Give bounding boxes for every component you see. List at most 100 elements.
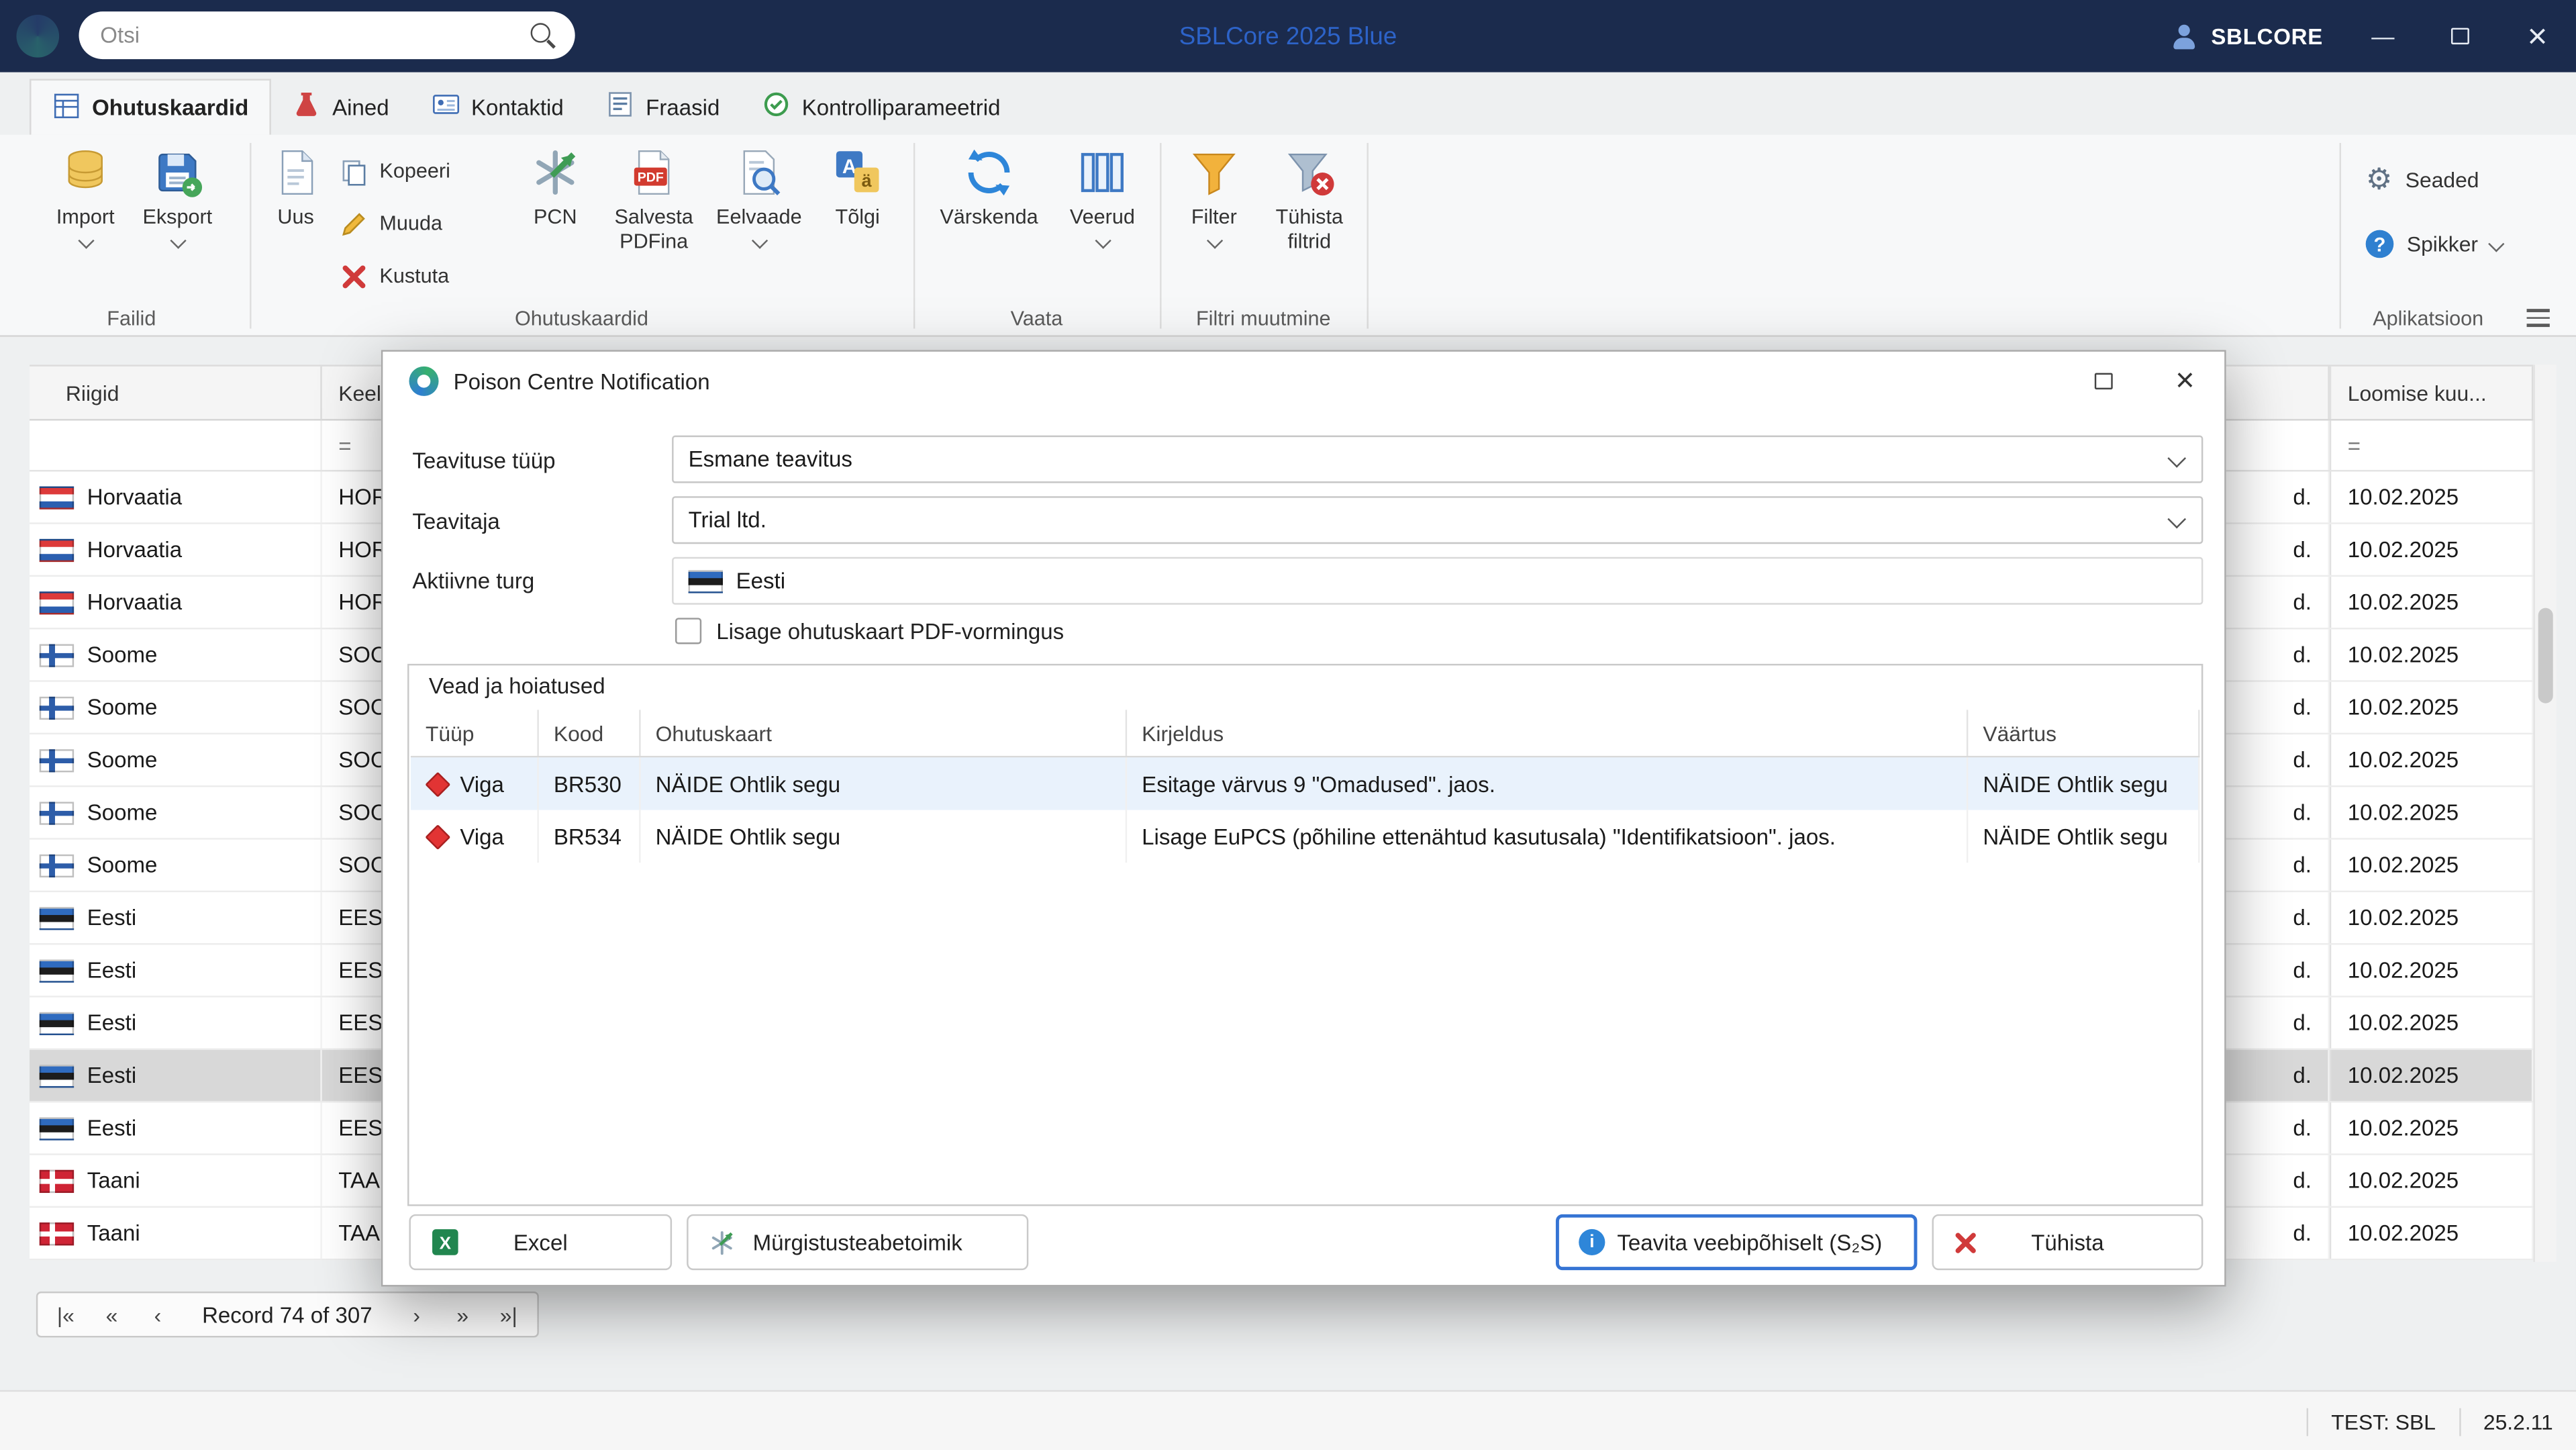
nav-next-button[interactable]: › [393, 1295, 440, 1335]
record-navigator: |« « ‹ Record 74 of 307 › » »| [36, 1291, 538, 1338]
murgistusteabetoimik-button[interactable]: Mürgistusteabetoimik [687, 1214, 1029, 1271]
column-header-riigid[interactable]: Riigid [30, 366, 322, 420]
dialog-maximize-button[interactable] [2067, 352, 2139, 411]
search-box [79, 11, 575, 60]
eelvaade-button[interactable]: Eelvaade [709, 144, 808, 249]
muuda-button[interactable]: Muuda [338, 204, 442, 244]
creation-date: 10.02.2025 [2329, 892, 2534, 943]
errors-group-label: Vead ja hoiatused [428, 673, 605, 699]
spikker-button[interactable]: ? Spikker [2365, 230, 2506, 258]
columns-icon [1075, 144, 1130, 200]
pdf-checkbox[interactable] [675, 618, 702, 644]
tab-kontaktid[interactable]: Kontaktid [410, 79, 585, 134]
button-label: Excel [513, 1230, 568, 1255]
field-label-teavitaja: Teavitaja [412, 509, 500, 534]
dialog-close-button[interactable]: × [2149, 352, 2222, 411]
error-code: BR534 [539, 810, 641, 863]
dialog-title: Poison Centre Notification [453, 369, 710, 394]
import-button[interactable]: Import [43, 144, 128, 249]
refresh-icon [961, 144, 1017, 200]
country-name: Soome [87, 800, 158, 825]
field-label-aktiivne-turg: Aktiivne turg [412, 568, 535, 593]
country-name: Horvaatia [87, 537, 183, 563]
varskenda-button[interactable]: Värskenda [936, 144, 1042, 230]
filter-button[interactable]: Filter [1173, 144, 1255, 249]
chevron-down-icon [1094, 232, 1111, 249]
seaded-button[interactable]: ⚙ Seaded [2366, 164, 2479, 194]
nav-next-page-button[interactable]: » [440, 1295, 486, 1335]
error-code: BR530 [539, 757, 641, 810]
account-menu[interactable]: SBLCORE [2172, 0, 2323, 72]
error-column-ohutuskaart[interactable]: Ohutuskaart [641, 710, 1128, 756]
country-name: Taani [87, 1220, 140, 1246]
creation-date: 10.02.2025 [2329, 629, 2534, 681]
tab-kontrolliparameetrid[interactable]: Kontrolliparameetrid [741, 79, 1022, 134]
tab-fraasid[interactable]: Fraasid [585, 79, 742, 134]
aktiivne-turg-field[interactable]: Eesti [672, 557, 2203, 605]
kopeeri-button[interactable]: Kopeeri [338, 151, 450, 191]
nav-last-button[interactable]: »| [485, 1295, 532, 1335]
tab-ohutuskaardid[interactable]: Ohutuskaardid [30, 79, 272, 135]
errors-header-row: Tüüp Kood Ohutuskaart Kirjeldus Väärtus [410, 710, 2200, 758]
veerud-button[interactable]: Veerud [1054, 144, 1150, 249]
teavita-button[interactable]: i Teavita veebipõhiselt (S₂S) [1555, 1214, 1918, 1271]
error-value: NÄIDE Ohtlik segu [1968, 810, 2200, 863]
button-label: Teavita veebipõhiselt (S₂S) [1617, 1230, 1883, 1255]
filter-equals-operator: = [338, 432, 352, 458]
pcn-button[interactable]: PCN [516, 144, 595, 230]
tuhista-button[interactable]: Tühista [1932, 1214, 2203, 1271]
scrollbar-thumb[interactable] [2538, 608, 2553, 704]
substances-tab-icon [293, 91, 321, 124]
error-value: NÄIDE Ohtlik segu [1968, 757, 2200, 810]
eksport-button[interactable]: Eksport [135, 144, 220, 249]
nav-first-button[interactable]: |« [43, 1295, 89, 1335]
tab-ained[interactable]: Ained [272, 79, 411, 134]
nav-prev-page-button[interactable]: « [89, 1295, 135, 1335]
country-name: Soome [87, 747, 158, 773]
search-input[interactable] [79, 23, 531, 48]
close-button[interactable]: × [2499, 0, 2576, 72]
search-icon[interactable] [530, 22, 557, 48]
uus-button[interactable]: Uus [260, 144, 332, 230]
maximize-button[interactable] [2422, 0, 2499, 72]
salvesta-pdf-button[interactable]: PDF Salvesta PDFina [605, 144, 703, 254]
vertical-scrollbar[interactable] [2533, 365, 2557, 1262]
error-column-kirjeldus[interactable]: Kirjeldus [1127, 710, 1969, 756]
filter-cell-riigid[interactable] [30, 420, 322, 471]
kustuta-button[interactable]: Kustuta [338, 256, 449, 296]
pcn-dialog: Poison Centre Notification × Teavituse t… [381, 350, 2226, 1287]
ribbon-menu-button[interactable] [2526, 309, 2550, 328]
flag-icon-fi [39, 695, 75, 719]
clear-filter-icon [1281, 144, 1337, 200]
ribbon-separator [250, 142, 252, 329]
ribbon-separator [1367, 142, 1369, 329]
creation-date: 10.02.2025 [2329, 524, 2534, 575]
error-row[interactable]: Viga BR534 NÄIDE Ohtlik segu Lisage EuPC… [410, 810, 2200, 863]
select-teavitaja[interactable]: Trial ltd. [672, 496, 2203, 544]
creation-date: 10.02.2025 [2329, 734, 2534, 786]
svg-text:X: X [440, 1232, 452, 1253]
column-header-loomise[interactable]: Loomise kuu... [2329, 366, 2534, 420]
filter-icon [1186, 144, 1242, 200]
tab-label: Ohutuskaardid [92, 95, 249, 120]
select-teavituse-tuup[interactable]: Esmane teavitus [672, 435, 2203, 483]
error-column-tuup[interactable]: Tüüp [411, 710, 539, 756]
error-row-selected[interactable]: Viga BR530 NÄIDE Ohtlik segu Esitage vär… [410, 757, 2200, 810]
select-value: Esmane teavitus [688, 446, 852, 472]
excel-button[interactable]: X Excel [409, 1214, 673, 1271]
minimize-button[interactable]: — [2344, 0, 2422, 72]
error-column-vaartus[interactable]: Väärtus [1968, 710, 2200, 756]
button-label: Mürgistusteabetoimik [752, 1230, 962, 1255]
chevron-down-icon [1205, 232, 1222, 249]
red-x-icon [1953, 1230, 1978, 1255]
tolgi-button[interactable]: Aä Tõlgi [818, 144, 897, 230]
control-parameters-tab-icon [762, 91, 791, 124]
country-name: Eesti [87, 1063, 137, 1088]
preview-icon [731, 144, 787, 200]
error-column-kood[interactable]: Kood [539, 710, 641, 756]
nav-prev-button[interactable]: ‹ [135, 1295, 181, 1335]
filter-cell-loomise[interactable]: = [2329, 420, 2534, 471]
flag-icon-fi [39, 853, 75, 877]
flag-icon-fi [39, 801, 75, 824]
tuhista-filtrid-button[interactable]: Tühista filtrid [1262, 144, 1357, 254]
